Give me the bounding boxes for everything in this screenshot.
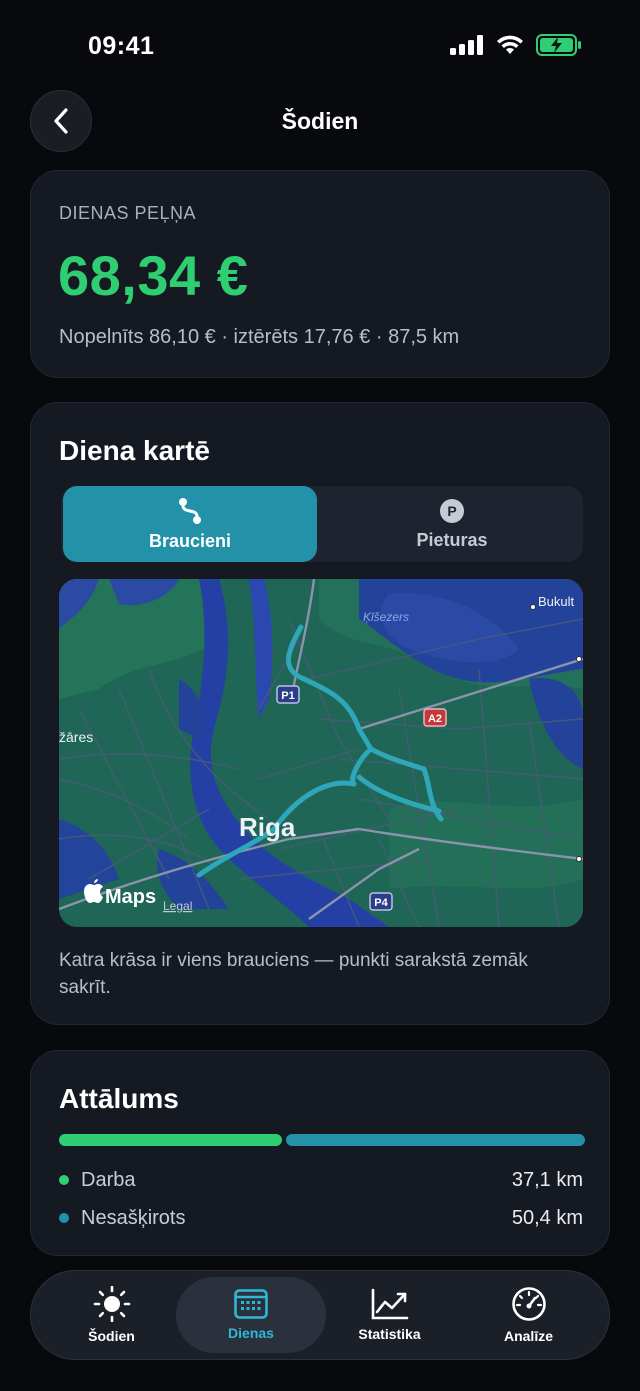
svg-text:P4: P4 xyxy=(374,897,388,909)
battery-charging-icon xyxy=(536,34,581,56)
road-shield-p4: P4 xyxy=(369,892,393,911)
day-map[interactable]: P1 A2 P4 Riga Ķīšezers Bukult žāres Maps xyxy=(59,579,583,927)
legend-dot-work xyxy=(59,1175,69,1185)
profit-card: DIENAS PEĻŅA 68,34 € Nopelnīts 86,10 € ·… xyxy=(30,170,610,378)
distance-title: Attālums xyxy=(59,1083,179,1114)
tab-today[interactable]: Šodien xyxy=(39,1271,184,1359)
parking-icon: P xyxy=(440,498,464,523)
segment-stops[interactable]: P Pieturas xyxy=(325,486,579,562)
distance-bar-work xyxy=(59,1134,282,1146)
tab-bar: Šodien Dienas Statistika Analīze xyxy=(30,1270,610,1360)
tab-statistics[interactable]: Statistika xyxy=(317,1271,462,1359)
distance-bar xyxy=(59,1134,585,1146)
tab-statistics-label: Statistika xyxy=(358,1326,421,1342)
status-time: 09:41 xyxy=(88,32,155,60)
map-legal-link[interactable]: Legal xyxy=(163,899,192,913)
cellular-signal-icon xyxy=(450,35,483,55)
map-caption: Katra krāsa ir viens brauciens — punkti … xyxy=(59,950,528,998)
road-shield-a2: A2 xyxy=(423,708,447,727)
profit-summary: Nopelnīts 86,10 € · iztērēts 17,76 € · 8… xyxy=(59,326,460,348)
map-canvas: P1 A2 P4 Riga Ķīšezers Bukult žāres Maps xyxy=(59,579,583,927)
legend-label-work: Darba xyxy=(81,1168,136,1191)
map-card-title: Diena kartē xyxy=(59,435,210,466)
tab-days-label: Dienas xyxy=(228,1325,274,1341)
status-icons xyxy=(450,34,582,56)
segment-trips-label: Braucieni xyxy=(148,530,232,551)
map-mode-segmented-control: Braucieni P Pieturas xyxy=(61,486,583,562)
tab-analysis[interactable]: Analīze xyxy=(456,1271,601,1359)
map-label-lake: Ķīšezers xyxy=(363,610,409,624)
svg-text:P: P xyxy=(447,503,456,519)
distance-bar-unsorted xyxy=(286,1134,585,1146)
calendar-icon xyxy=(234,1289,268,1319)
profit-label: DIENAS PEĻŅA xyxy=(59,203,197,223)
road-shield-p1: P1 xyxy=(276,685,300,704)
tab-days[interactable]: Dienas xyxy=(176,1277,326,1353)
status-bar: 09:41 xyxy=(0,0,640,90)
map-label-bukult: Bukult xyxy=(538,594,575,609)
tab-analysis-label: Analīze xyxy=(503,1328,553,1344)
page-title: Šodien xyxy=(281,108,359,134)
legend-dot-unsorted xyxy=(59,1213,69,1223)
distance-legend-work: Darba 37,1 km xyxy=(59,1165,583,1195)
route-icon xyxy=(179,497,201,524)
speedometer-icon xyxy=(511,1287,546,1321)
map-card: Diena kartē Braucieni P Pieturas P1 A2 P… xyxy=(30,402,610,1025)
distance-card: Attālums Darba 37,1 km Nesašķirots 50,4 … xyxy=(30,1050,610,1256)
map-label-zares: žāres xyxy=(59,729,93,745)
nav-header: Šodien xyxy=(0,90,640,156)
legend-value-unsorted: 50,4 km xyxy=(511,1206,583,1229)
svg-text:Maps: Maps xyxy=(105,886,156,908)
profit-value: 68,34 € xyxy=(58,244,249,307)
segment-trips[interactable]: Braucieni xyxy=(63,486,317,562)
tab-today-label: Šodien xyxy=(88,1328,135,1344)
chart-icon xyxy=(371,1288,408,1320)
map-label-riga: Riga xyxy=(239,812,296,842)
legend-value-work: 37,1 km xyxy=(511,1168,583,1191)
sun-icon xyxy=(93,1286,130,1322)
distance-legend-unsorted: Nesašķirots 50,4 km xyxy=(59,1203,583,1233)
svg-text:A2: A2 xyxy=(428,713,442,725)
svg-text:P1: P1 xyxy=(281,690,294,702)
segment-stops-label: Pieturas xyxy=(416,529,488,550)
wifi-icon xyxy=(497,35,523,54)
legend-label-unsorted: Nesašķirots xyxy=(81,1206,186,1229)
